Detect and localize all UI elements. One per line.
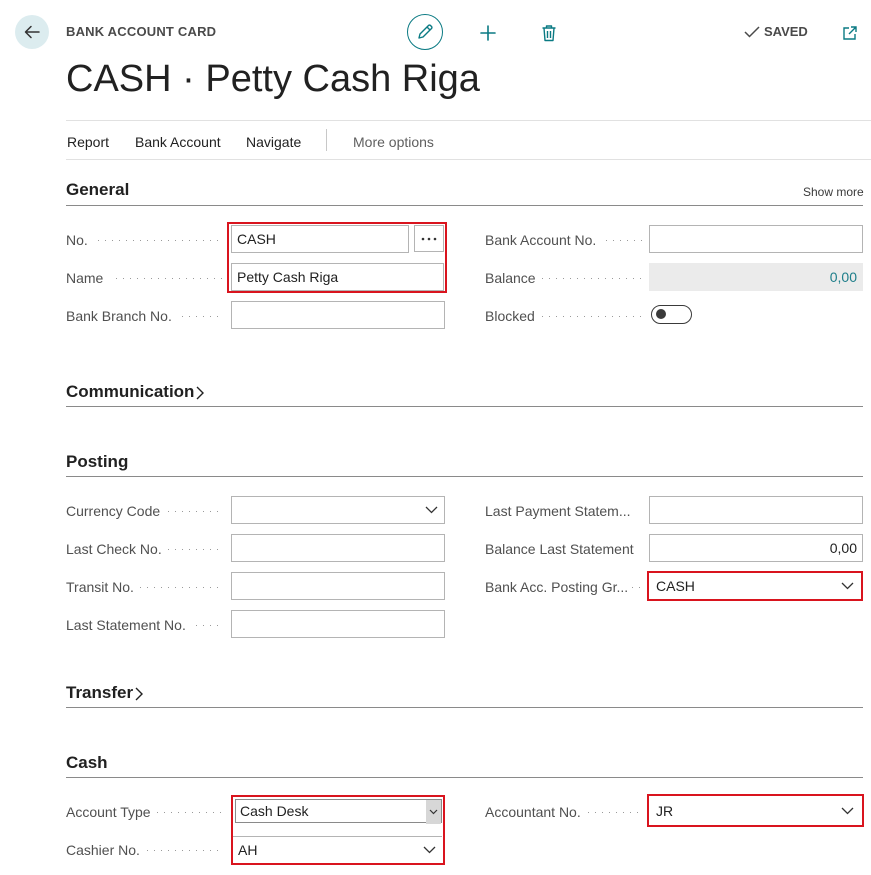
section-transfer-label: Transfer — [66, 683, 134, 702]
label-leader — [542, 316, 643, 317]
highlight-box — [647, 571, 863, 601]
saved-status: SAVED — [744, 24, 808, 39]
chevron-right-icon — [196, 386, 205, 400]
last-payment-statement-label: Last Payment Statem... — [485, 503, 631, 519]
checkmark-icon — [744, 25, 760, 38]
balance-last-statement-field[interactable]: 0,00 — [649, 534, 863, 562]
section-posting-title[interactable]: Posting — [66, 452, 128, 472]
chevron-down-icon — [425, 506, 437, 514]
action-more-options[interactable]: More options — [353, 134, 434, 150]
trash-icon — [542, 25, 556, 42]
section-transfer-title[interactable]: Transfer — [66, 683, 144, 703]
section-communication-title[interactable]: Communication — [66, 382, 205, 402]
balance-label: Balance — [485, 270, 536, 286]
section-communication-label: Communication — [66, 382, 195, 401]
label-leader — [147, 850, 224, 851]
transit-label: Transit No. — [66, 579, 134, 595]
balance-last-statement-label: Balance Last Statement — [485, 541, 634, 557]
section-divider — [66, 406, 863, 407]
balance-field[interactable]: 0,00 — [649, 263, 863, 291]
action-bar: Report Bank Account Navigate More option… — [66, 120, 871, 160]
arrow-left-icon — [24, 25, 40, 39]
currency-code-label: Currency Code — [66, 503, 161, 519]
back-button[interactable] — [15, 15, 49, 49]
account-type-label: Account Type — [66, 804, 151, 820]
blocked-label: Blocked — [485, 308, 535, 324]
saved-label: SAVED — [764, 24, 808, 39]
bank-account-no-label: Bank Account No. — [485, 232, 597, 248]
section-general-title[interactable]: General — [66, 180, 129, 200]
last-statement-label: Last Statement No. — [66, 617, 186, 633]
label-leader — [542, 278, 643, 279]
toggle-knob — [656, 309, 666, 319]
action-separator — [326, 129, 327, 151]
show-more-link[interactable]: Show more — [803, 185, 864, 199]
label-leader — [157, 812, 224, 813]
label-leader — [588, 812, 643, 813]
label-leader — [606, 240, 643, 241]
action-bank-account[interactable]: Bank Account — [135, 134, 221, 150]
page-type-label: BANK ACCOUNT CARD — [66, 24, 217, 39]
no-label: No. — [66, 232, 88, 248]
posting-group-label: Bank Acc. Posting Gr... — [485, 579, 629, 595]
cashier-label: Cashier No. — [66, 842, 140, 858]
name-label: Name — [66, 270, 104, 286]
page-title: CASH · Petty Cash Riga — [66, 58, 480, 100]
section-divider — [66, 777, 863, 778]
blocked-toggle[interactable] — [651, 305, 692, 324]
highlight-box — [227, 222, 447, 293]
label-leader — [98, 240, 224, 241]
plus-icon — [480, 25, 496, 41]
last-check-field[interactable] — [231, 534, 445, 562]
accountant-label: Accountant No. — [485, 804, 581, 820]
transit-field[interactable] — [231, 572, 445, 600]
action-navigate[interactable]: Navigate — [246, 134, 301, 150]
highlight-box — [647, 794, 864, 827]
label-leader — [182, 316, 224, 317]
bank-branch-field[interactable] — [231, 301, 445, 329]
chevron-right-icon — [135, 687, 144, 701]
label-leader — [196, 625, 224, 626]
delete-button[interactable] — [537, 21, 561, 45]
bank-branch-label: Bank Branch No. — [66, 308, 172, 324]
section-cash-title[interactable]: Cash — [66, 753, 108, 773]
label-leader — [116, 278, 224, 279]
label-leader — [632, 587, 643, 588]
edit-button[interactable] — [407, 14, 443, 50]
section-divider — [66, 476, 863, 477]
last-check-label: Last Check No. — [66, 541, 162, 557]
section-divider — [66, 707, 863, 708]
action-report[interactable]: Report — [67, 134, 109, 150]
new-record-button[interactable] — [476, 21, 500, 45]
last-payment-statement-field[interactable] — [649, 496, 863, 524]
label-leader — [168, 511, 224, 512]
currency-code-select[interactable] — [231, 496, 445, 524]
section-divider — [66, 205, 863, 206]
bank-account-no-field[interactable] — [649, 225, 863, 253]
label-leader — [168, 549, 224, 550]
open-in-new-window-icon — [843, 26, 857, 40]
label-leader — [140, 587, 224, 588]
popout-button[interactable] — [838, 21, 862, 45]
last-statement-field[interactable] — [231, 610, 445, 638]
pencil-icon — [418, 24, 433, 39]
highlight-box — [231, 795, 445, 865]
